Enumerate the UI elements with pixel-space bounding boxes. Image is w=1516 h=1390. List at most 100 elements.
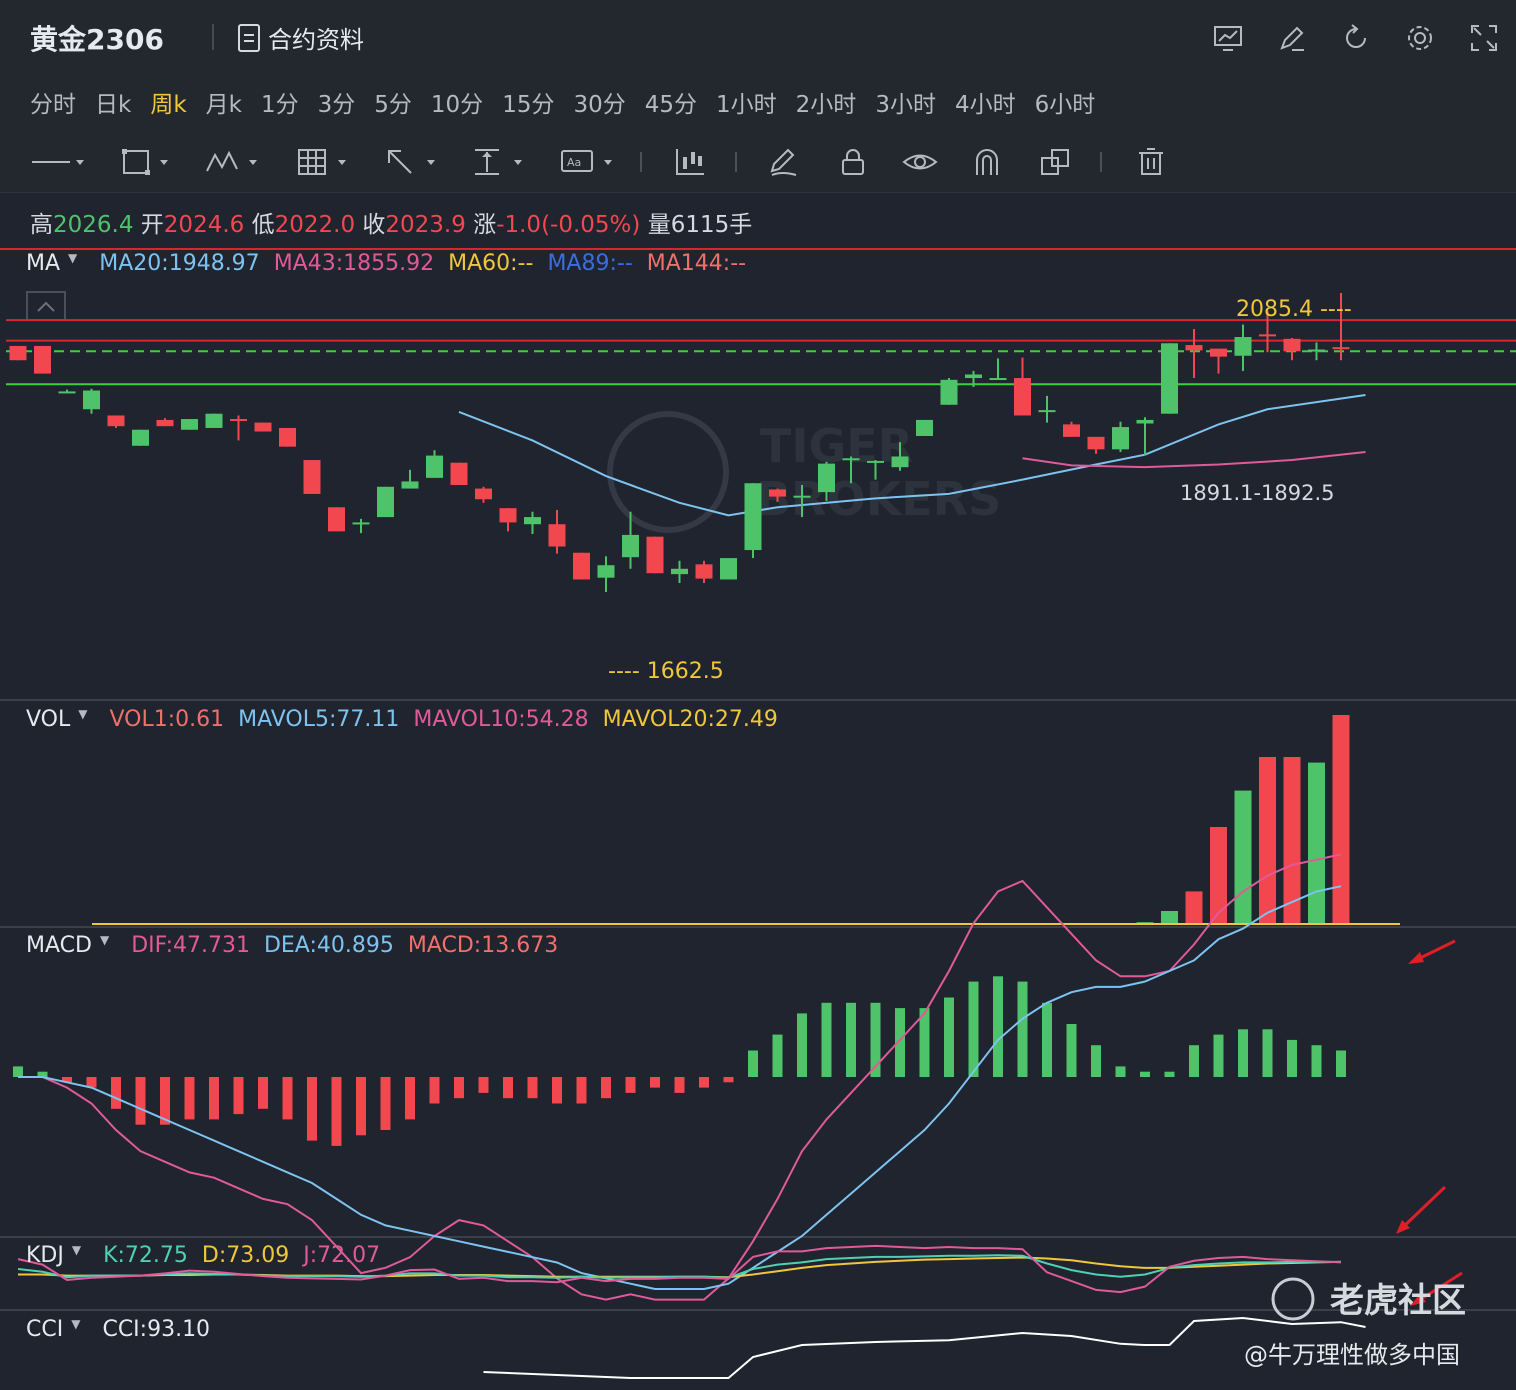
community-watermark: 老虎社区 [1330,1281,1466,1321]
caret-down-icon[interactable]: ▼ [72,1243,81,1268]
candle [720,558,737,580]
macd-bar [772,1034,783,1077]
arrow-annotation [1396,1185,1447,1234]
candle [58,391,76,394]
candle [475,488,492,500]
macd-indicator-selector[interactable]: MACD [26,933,92,958]
macd-bar [1311,1045,1322,1077]
macd-bar [846,1002,856,1077]
macd-bar [625,1077,636,1093]
macd-bar [968,981,979,1077]
candle [867,460,884,463]
candle [916,419,933,436]
candle [548,524,566,547]
macd-bar [1189,1045,1199,1077]
caret-down-icon[interactable]: ▼ [71,1317,80,1342]
macd-bar [944,997,954,1077]
candle [1014,378,1031,416]
cci-indicator-selector[interactable]: CCI [26,1317,63,1342]
candle [328,507,345,532]
macd-bar [1042,1002,1052,1077]
candle [303,460,321,494]
kdj-indicator-selector[interactable]: KDJ [26,1243,64,1268]
candle [622,534,639,558]
ma43-line [1022,451,1366,469]
candle [1112,427,1129,450]
candle [401,481,419,489]
candle [940,379,958,405]
macd-bar [1140,1071,1150,1077]
caret-down-icon[interactable]: ▼ [100,933,109,958]
mavol10-value: MAVOL10:54.28 [413,707,589,732]
candle [793,495,811,498]
candle [34,345,51,374]
candle [646,536,664,574]
macd-panel [13,853,1346,1301]
candle [181,419,198,430]
watermark-tiger: TIGER [760,419,913,473]
macd-bar [993,976,1003,1077]
macd-bar [1066,1024,1077,1077]
macd-bar [1287,1039,1297,1077]
macd-bar [552,1077,562,1104]
candle [1087,436,1105,450]
mavol5-value: MAVOL5:77.11 [238,707,400,732]
macd-bar [1336,1050,1346,1077]
horizontal-lines [6,319,1516,386]
author-watermark: @牛万理性做多中国 [1244,1341,1460,1369]
candle [450,462,468,485]
macd-bar [405,1077,415,1120]
macd-bar [258,1077,268,1109]
kdj-legend: KDJ ▼ K:72.75 D:73.09 J:72.07 [26,1243,380,1268]
candle [842,458,860,461]
candle [1161,343,1178,414]
arrow-annotation [1408,939,1456,964]
macd-bar [233,1077,244,1115]
candle [524,517,541,525]
ma-indicator-selector[interactable]: MA [26,251,60,276]
candle [671,568,688,575]
macd-bar [331,1077,342,1146]
macd-bar [429,1077,440,1104]
cci-panel [483,1316,1366,1379]
chevron-up-icon [37,301,55,312]
macd-bar [1262,1029,1273,1077]
collapse-button[interactable] [26,291,66,321]
macd-bar [184,1077,195,1120]
macd-bar [1115,1066,1126,1077]
candle [818,463,835,493]
candle [769,489,786,497]
candle [1283,338,1301,352]
candle [107,415,125,427]
candle [1136,419,1154,424]
macd-bar [478,1077,489,1093]
candle [254,422,272,432]
caret-down-icon[interactable]: ▼ [68,251,77,276]
candle [156,419,174,427]
macd-bar [282,1077,293,1120]
ma-legend: MA ▼ MA20:1948.97 MA43:1855.92 MA60:-- MA… [26,251,746,276]
macd-bar [380,1077,391,1130]
candle [1210,348,1227,357]
candles [9,293,1350,592]
macd-bar [209,1077,219,1120]
vol-indicator-selector[interactable]: VOL [26,707,70,732]
macd-bar [723,1077,734,1083]
macd-bar [674,1077,685,1093]
candle [744,483,762,551]
macd-bar [601,1077,611,1099]
macd-bar [454,1077,464,1099]
volume-bar [1185,891,1203,925]
macd-bar [1213,1034,1224,1077]
k-value: K:72.75 [103,1243,188,1268]
high-annotation: 2085.4 ---- [1236,297,1352,322]
macd-value: MACD:13.673 [407,933,559,958]
macd-bar [503,1077,513,1099]
candle [573,552,590,580]
macd-bar [356,1077,366,1136]
caret-down-icon[interactable]: ▼ [78,707,87,732]
macd-legend: MACD ▼ DIF:47.731 DEA:40.895 MACD:13.673 [26,933,558,958]
macd-bar [1164,1071,1175,1077]
kline-chart[interactable]: TIGER BROKERS 2085.4 ---- ---- 1662.5 18… [0,0,1516,1390]
candle [1234,337,1252,356]
